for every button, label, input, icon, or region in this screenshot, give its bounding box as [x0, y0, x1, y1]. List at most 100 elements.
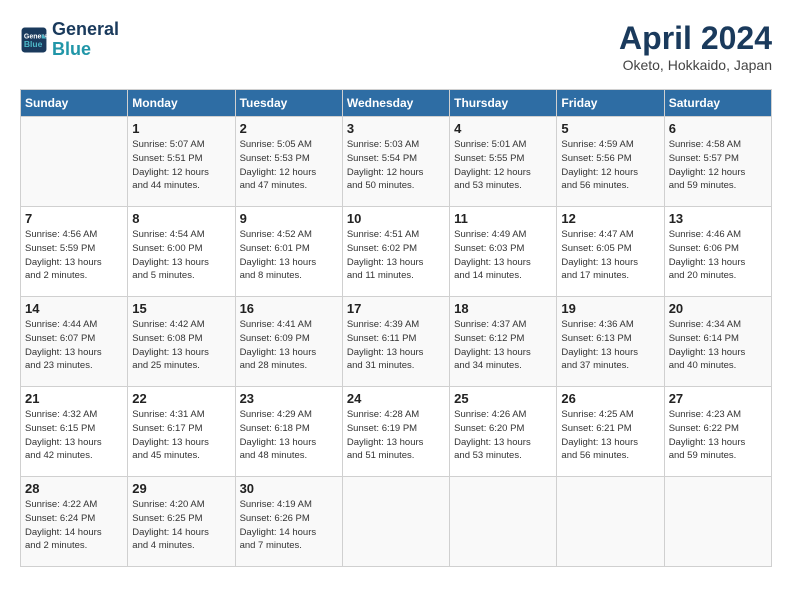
day-number: 6 — [669, 121, 767, 136]
day-info: Sunrise: 4:58 AM Sunset: 5:57 PM Dayligh… — [669, 138, 767, 193]
day-info: Sunrise: 5:03 AM Sunset: 5:54 PM Dayligh… — [347, 138, 445, 193]
day-number: 5 — [561, 121, 659, 136]
day-info: Sunrise: 5:07 AM Sunset: 5:51 PM Dayligh… — [132, 138, 230, 193]
day-number: 19 — [561, 301, 659, 316]
calendar-week-row: 14 Sunrise: 4:44 AM Sunset: 6:07 PM Dayli… — [21, 297, 772, 387]
day-info: Sunrise: 4:26 AM Sunset: 6:20 PM Dayligh… — [454, 408, 552, 463]
location: Oketo, Hokkaido, Japan — [619, 57, 772, 73]
logo-blue: Blue — [52, 40, 119, 60]
day-number: 14 — [25, 301, 123, 316]
calendar-cell — [450, 477, 557, 567]
logo-icon: General Blue — [20, 26, 48, 54]
day-number: 23 — [240, 391, 338, 406]
day-number: 12 — [561, 211, 659, 226]
calendar-cell: 17Sunrise: 4:39 AM Sunset: 6:11 PM Dayli… — [342, 297, 449, 387]
day-info: Sunrise: 4:47 AM Sunset: 6:05 PM Dayligh… — [561, 228, 659, 283]
weekday-header: Thursday — [450, 90, 557, 117]
day-number: 2 — [240, 121, 338, 136]
day-number: 21 — [25, 391, 123, 406]
svg-text:Blue: Blue — [24, 39, 43, 49]
day-info: Sunrise: 4:34 AM Sunset: 6:14 PM Dayligh… — [669, 318, 767, 373]
calendar-cell — [557, 477, 664, 567]
day-number: 9 — [240, 211, 338, 226]
day-number: 7 — [25, 211, 123, 226]
day-number: 13 — [669, 211, 767, 226]
day-number: 10 — [347, 211, 445, 226]
calendar-cell: 16 Sunrise: 4:41 AM Sunset: 6:09 PM Dayli… — [235, 297, 342, 387]
day-info: Sunrise: 4:22 AM Sunset: 6:24 PM Dayligh… — [25, 498, 123, 553]
month-title: April 2024 — [619, 20, 772, 57]
calendar-week-row: 7 Sunrise: 4:56 AM Sunset: 5:59 PM Daylig… — [21, 207, 772, 297]
day-number: 11 — [454, 211, 552, 226]
day-number: 3 — [347, 121, 445, 136]
day-info: Sunrise: 4:39 AM Sunset: 6:11 PM Dayligh… — [347, 318, 445, 373]
day-info: Sunrise: 4:59 AM Sunset: 5:56 PM Dayligh… — [561, 138, 659, 193]
calendar-cell: 13 Sunrise: 4:46 AM Sunset: 6:06 PM Dayli… — [664, 207, 771, 297]
calendar-cell: 26 Sunrise: 4:25 AM Sunset: 6:21 PM Dayli… — [557, 387, 664, 477]
day-number: 28 — [25, 481, 123, 496]
calendar-cell: 28 Sunrise: 4:22 AM Sunset: 6:24 PM Dayli… — [21, 477, 128, 567]
day-info: Sunrise: 4:25 AM Sunset: 6:21 PM Dayligh… — [561, 408, 659, 463]
day-number: 4 — [454, 121, 552, 136]
calendar-cell: 3 Sunrise: 5:03 AM Sunset: 5:54 PM Daylig… — [342, 117, 449, 207]
logo: General Blue General Blue — [20, 20, 119, 60]
calendar-cell: 19 Sunrise: 4:36 AM Sunset: 6:13 PM Dayli… — [557, 297, 664, 387]
calendar-cell: 8Sunrise: 4:54 AM Sunset: 6:00 PM Daylig… — [128, 207, 235, 297]
weekday-header: Saturday — [664, 90, 771, 117]
day-number: 25 — [454, 391, 552, 406]
day-number: 26 — [561, 391, 659, 406]
day-number: 24 — [347, 391, 445, 406]
day-info: Sunrise: 5:01 AM Sunset: 5:55 PM Dayligh… — [454, 138, 552, 193]
day-info: Sunrise: 4:46 AM Sunset: 6:06 PM Dayligh… — [669, 228, 767, 283]
calendar-week-row: 1Sunrise: 5:07 AM Sunset: 5:51 PM Daylig… — [21, 117, 772, 207]
calendar-cell: 2Sunrise: 5:05 AM Sunset: 5:53 PM Daylig… — [235, 117, 342, 207]
calendar-cell: 20 Sunrise: 4:34 AM Sunset: 6:14 PM Dayli… — [664, 297, 771, 387]
day-info: Sunrise: 4:36 AM Sunset: 6:13 PM Dayligh… — [561, 318, 659, 373]
calendar-cell: 6 Sunrise: 4:58 AM Sunset: 5:57 PM Daylig… — [664, 117, 771, 207]
day-info: Sunrise: 4:19 AM Sunset: 6:26 PM Dayligh… — [240, 498, 338, 553]
calendar-cell: 11 Sunrise: 4:49 AM Sunset: 6:03 PM Dayli… — [450, 207, 557, 297]
calendar-cell: 9 Sunrise: 4:52 AM Sunset: 6:01 PM Daylig… — [235, 207, 342, 297]
calendar-cell: 14 Sunrise: 4:44 AM Sunset: 6:07 PM Dayli… — [21, 297, 128, 387]
calendar-cell: 27Sunrise: 4:23 AM Sunset: 6:22 PM Dayli… — [664, 387, 771, 477]
day-info: Sunrise: 4:29 AM Sunset: 6:18 PM Dayligh… — [240, 408, 338, 463]
calendar-cell: 23 Sunrise: 4:29 AM Sunset: 6:18 PM Dayli… — [235, 387, 342, 477]
page-header: General Blue General Blue April 2024 Oke… — [20, 20, 772, 73]
calendar-cell: 25 Sunrise: 4:26 AM Sunset: 6:20 PM Dayli… — [450, 387, 557, 477]
calendar-cell: 12 Sunrise: 4:47 AM Sunset: 6:05 PM Dayli… — [557, 207, 664, 297]
day-number: 16 — [240, 301, 338, 316]
title-block: April 2024 Oketo, Hokkaido, Japan — [619, 20, 772, 73]
calendar-table: SundayMondayTuesdayWednesdayThursdayFrid… — [20, 89, 772, 567]
day-number: 8 — [132, 211, 230, 226]
day-info: Sunrise: 4:49 AM Sunset: 6:03 PM Dayligh… — [454, 228, 552, 283]
calendar-cell: 21 Sunrise: 4:32 AM Sunset: 6:15 PM Dayli… — [21, 387, 128, 477]
weekday-header: Sunday — [21, 90, 128, 117]
calendar-cell: 10 Sunrise: 4:51 AM Sunset: 6:02 PM Dayli… — [342, 207, 449, 297]
calendar-cell: 5 Sunrise: 4:59 AM Sunset: 5:56 PM Daylig… — [557, 117, 664, 207]
weekday-header: Tuesday — [235, 90, 342, 117]
weekday-header: Friday — [557, 90, 664, 117]
day-info: Sunrise: 4:41 AM Sunset: 6:09 PM Dayligh… — [240, 318, 338, 373]
calendar-cell: 24 Sunrise: 4:28 AM Sunset: 6:19 PM Dayli… — [342, 387, 449, 477]
day-info: Sunrise: 4:44 AM Sunset: 6:07 PM Dayligh… — [25, 318, 123, 373]
day-info: Sunrise: 4:31 AM Sunset: 6:17 PM Dayligh… — [132, 408, 230, 463]
day-number: 27 — [669, 391, 767, 406]
weekday-header: Wednesday — [342, 90, 449, 117]
day-info: Sunrise: 4:51 AM Sunset: 6:02 PM Dayligh… — [347, 228, 445, 283]
header-row: SundayMondayTuesdayWednesdayThursdayFrid… — [21, 90, 772, 117]
day-info: Sunrise: 4:56 AM Sunset: 5:59 PM Dayligh… — [25, 228, 123, 283]
day-info: Sunrise: 4:32 AM Sunset: 6:15 PM Dayligh… — [25, 408, 123, 463]
day-info: Sunrise: 4:28 AM Sunset: 6:19 PM Dayligh… — [347, 408, 445, 463]
calendar-cell: 15Sunrise: 4:42 AM Sunset: 6:08 PM Dayli… — [128, 297, 235, 387]
day-info: Sunrise: 4:20 AM Sunset: 6:25 PM Dayligh… — [132, 498, 230, 553]
day-number: 20 — [669, 301, 767, 316]
weekday-header: Monday — [128, 90, 235, 117]
day-number: 15 — [132, 301, 230, 316]
day-info: Sunrise: 4:52 AM Sunset: 6:01 PM Dayligh… — [240, 228, 338, 283]
day-number: 22 — [132, 391, 230, 406]
day-number: 18 — [454, 301, 552, 316]
calendar-cell: 4 Sunrise: 5:01 AM Sunset: 5:55 PM Daylig… — [450, 117, 557, 207]
calendar-cell — [342, 477, 449, 567]
day-number: 30 — [240, 481, 338, 496]
calendar-cell — [664, 477, 771, 567]
